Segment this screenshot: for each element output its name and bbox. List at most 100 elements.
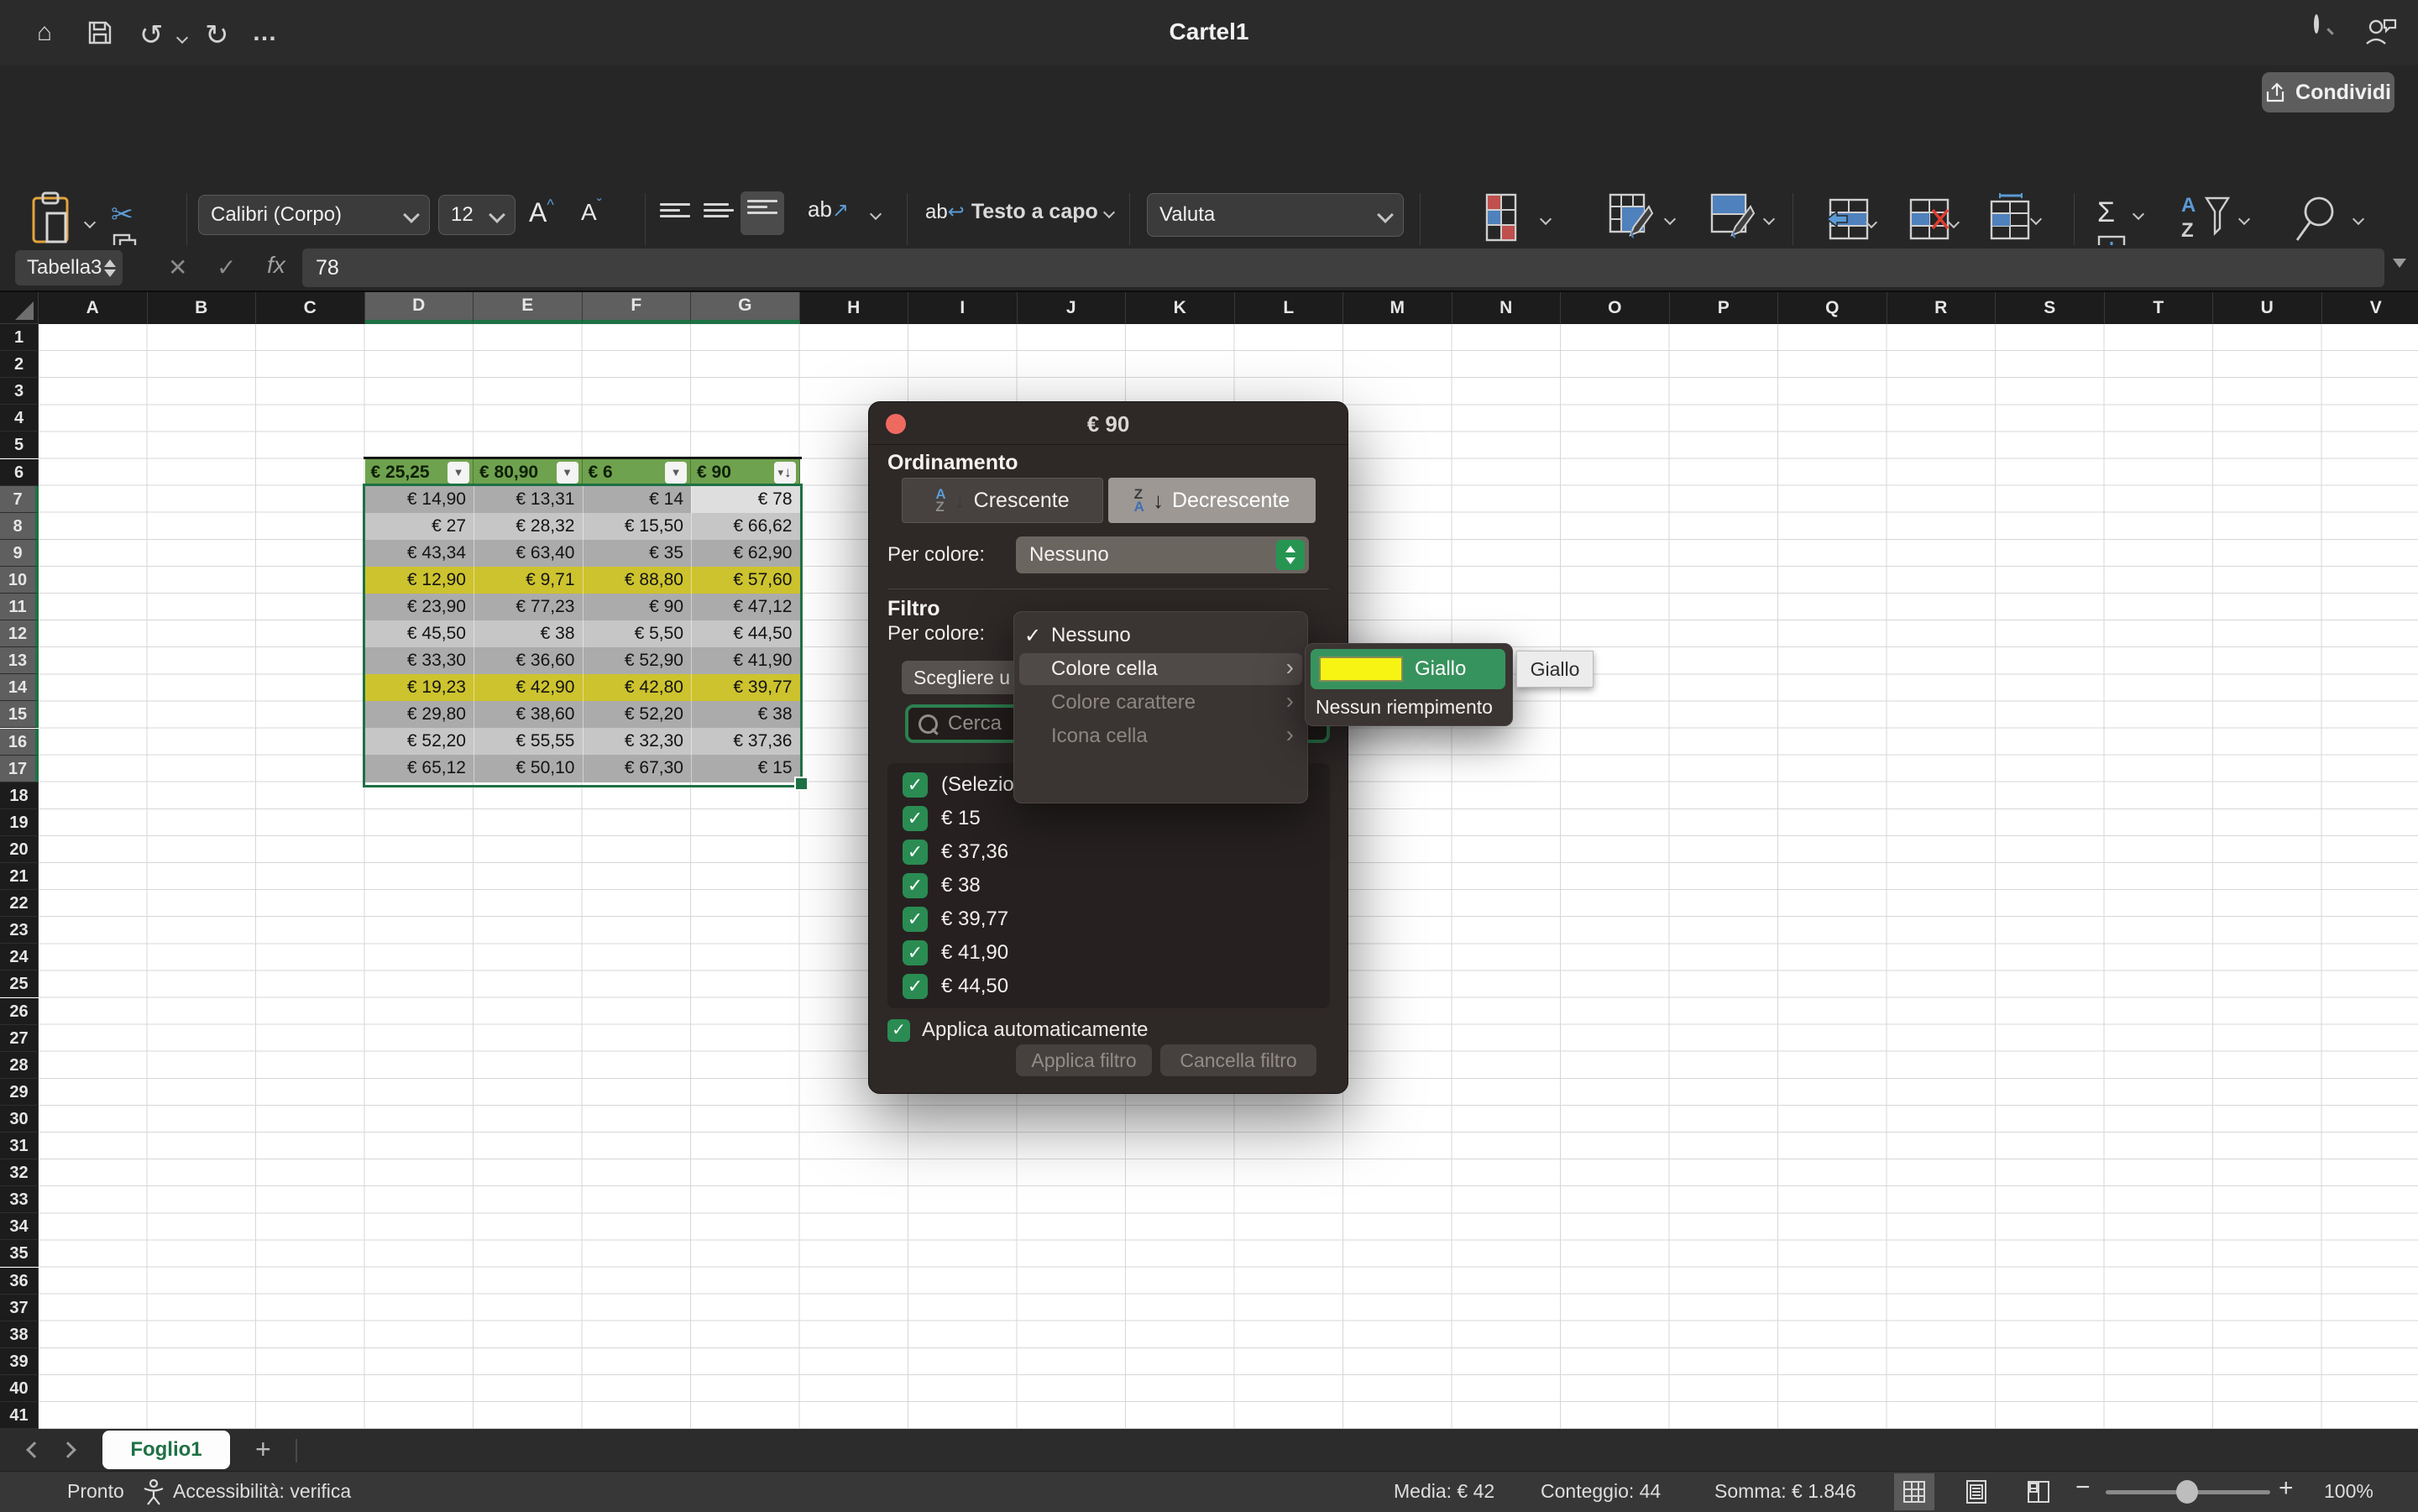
sheet-tab-foglio1[interactable]: Foglio1 <box>102 1431 230 1469</box>
auto-apply-row[interactable]: ✓ Applica automaticamente <box>887 1018 1148 1042</box>
table-cell[interactable]: € 88,80 <box>583 567 692 594</box>
table-cell[interactable]: € 38 <box>691 701 800 728</box>
table-cell[interactable]: € 65,12 <box>365 755 474 782</box>
table-cell[interactable]: € 43,34 <box>365 540 474 567</box>
table-cell[interactable]: € 38 <box>474 620 583 647</box>
column-header-H[interactable]: H <box>800 292 909 324</box>
share-button[interactable]: Condividi <box>2262 72 2394 112</box>
align-bottom-button-selected[interactable] <box>741 191 784 235</box>
row-header-14[interactable]: 14 <box>0 674 39 701</box>
autosum-icon[interactable]: Σ <box>2097 196 2115 229</box>
row-header-10[interactable]: 10 <box>0 567 39 594</box>
next-sheet-icon[interactable] <box>60 1441 76 1458</box>
cancel-entry-icon[interactable]: ✕ <box>168 254 187 281</box>
checkbox-checked-icon[interactable]: ✓ <box>903 907 928 932</box>
people-icon[interactable] <box>2364 17 2398 47</box>
color-option-yellow[interactable]: Giallo <box>1311 649 1505 689</box>
filter-dropdown-button[interactable]: ▼ <box>557 462 578 484</box>
row-header-5[interactable]: 5 <box>0 432 39 458</box>
row-header-25[interactable]: 25 <box>0 971 39 997</box>
table-cell[interactable]: € 38,60 <box>474 701 583 728</box>
sort-by-color-select[interactable]: Nessuno <box>1016 536 1309 573</box>
column-header-J[interactable]: J <box>1018 292 1127 324</box>
fill-handle[interactable] <box>794 777 809 791</box>
row-header-18[interactable]: 18 <box>0 782 39 809</box>
filter-list-item[interactable]: ✓€ 41,90 <box>887 936 1330 970</box>
row-header-13[interactable]: 13 <box>0 647 39 674</box>
row-header-32[interactable]: 32 <box>0 1159 39 1186</box>
column-header-O[interactable]: O <box>1561 292 1670 324</box>
checkbox-checked-icon[interactable]: ✓ <box>903 772 928 798</box>
column-header-G[interactable]: G <box>691 292 800 324</box>
table-cell[interactable]: € 33,30 <box>365 647 474 674</box>
clear-filter-button[interactable]: Cancella filtro <box>1160 1044 1316 1076</box>
row-header-3[interactable]: 3 <box>0 378 39 405</box>
row-header-30[interactable]: 30 <box>0 1106 39 1133</box>
row-header-26[interactable]: 26 <box>0 998 39 1025</box>
table-cell[interactable]: € 27 <box>365 513 474 540</box>
table-cell[interactable]: € 12,90 <box>365 567 474 594</box>
row-header-31[interactable]: 31 <box>0 1133 39 1159</box>
prev-sheet-icon[interactable] <box>26 1441 43 1458</box>
row-header-19[interactable]: 19 <box>0 809 39 836</box>
table-cell[interactable]: € 78 <box>691 486 800 513</box>
column-header-V[interactable]: V <box>2322 292 2418 324</box>
number-format-select[interactable]: Valuta <box>1147 193 1404 237</box>
apply-filter-button[interactable]: Applica filtro <box>1016 1044 1152 1076</box>
column-header-N[interactable]: N <box>1452 292 1562 324</box>
table-cell[interactable]: € 62,90 <box>691 540 800 567</box>
increase-font-button[interactable]: A^ <box>529 196 554 228</box>
table-cell[interactable]: € 77,23 <box>474 594 583 620</box>
sort-ascending-button[interactable]: AZ ↓ Crescente <box>902 478 1103 523</box>
table-cell[interactable]: € 32,30 <box>583 728 692 755</box>
filter-sorted-button[interactable]: ▾↓ <box>774 462 796 484</box>
status-accessibility[interactable]: Accessibilità: verifica <box>173 1480 351 1503</box>
select-all-corner[interactable] <box>0 292 39 324</box>
table-cell[interactable]: € 15,50 <box>583 513 692 540</box>
add-sheet-icon[interactable]: + <box>255 1434 271 1465</box>
row-header-36[interactable]: 36 <box>0 1268 39 1295</box>
checkbox-checked-icon[interactable]: ✓ <box>903 940 928 965</box>
row-header-29[interactable]: 29 <box>0 1079 39 1106</box>
table-cell[interactable]: € 35 <box>583 540 692 567</box>
table-cell[interactable]: € 52,90 <box>583 647 692 674</box>
row-header-20[interactable]: 20 <box>0 836 39 863</box>
page-break-view-button[interactable] <box>2018 1473 2059 1510</box>
row-header-24[interactable]: 24 <box>0 944 39 971</box>
table-cell[interactable]: € 52,20 <box>365 728 474 755</box>
column-header-M[interactable]: M <box>1343 292 1452 324</box>
filter-list-item[interactable]: ✓€ 15 <box>887 802 1330 835</box>
no-fill-option[interactable]: Nessun riempimento <box>1316 693 1493 721</box>
column-header-E[interactable]: E <box>474 292 583 324</box>
table-cell[interactable]: € 47,12 <box>691 594 800 620</box>
column-header-C[interactable]: C <box>256 292 365 324</box>
row-header-23[interactable]: 23 <box>0 917 39 944</box>
zoom-out-button[interactable]: − <box>2075 1473 2091 1502</box>
table-cell[interactable]: € 14 <box>583 486 692 513</box>
table-cell[interactable]: € 41,90 <box>691 647 800 674</box>
font-name-select[interactable]: Calibri (Corpo) <box>198 195 430 235</box>
cut-icon[interactable]: ✂ <box>111 198 133 230</box>
table-cell[interactable]: € 15 <box>691 755 800 782</box>
align-top-icon[interactable] <box>660 200 690 221</box>
column-header-F[interactable]: F <box>583 292 692 324</box>
align-middle-icon[interactable] <box>704 200 734 221</box>
table-cell[interactable]: € 5,50 <box>583 620 692 647</box>
column-header-A[interactable]: A <box>39 292 148 324</box>
paste-chevron-icon[interactable] <box>84 217 96 228</box>
table-cell[interactable]: € 45,50 <box>365 620 474 647</box>
zoom-in-button[interactable]: + <box>2279 1474 2294 1503</box>
row-header-33[interactable]: 33 <box>0 1186 39 1213</box>
row-header-17[interactable]: 17 <box>0 756 39 782</box>
table-cell[interactable]: € 14,90 <box>365 486 474 513</box>
zoom-level[interactable]: 100% <box>2324 1480 2374 1503</box>
checkbox-checked-icon[interactable]: ✓ <box>903 974 928 999</box>
table-cell[interactable]: € 52,20 <box>583 701 692 728</box>
column-header-L[interactable]: L <box>1235 292 1344 324</box>
table-cell[interactable]: € 28,32 <box>474 513 583 540</box>
table-cell[interactable]: € 29,80 <box>365 701 474 728</box>
table-cell[interactable]: € 57,60 <box>691 567 800 594</box>
row-header-39[interactable]: 39 <box>0 1348 39 1375</box>
search-icon[interactable] <box>2314 17 2319 32</box>
table-cell[interactable]: € 19,23 <box>365 674 474 701</box>
